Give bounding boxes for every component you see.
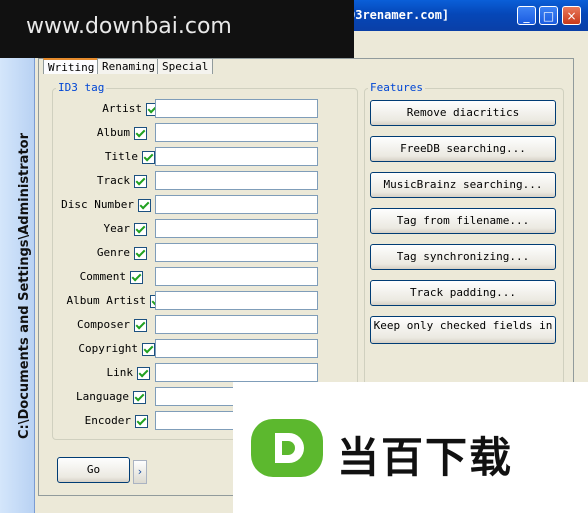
input-genre[interactable]	[155, 243, 318, 262]
input-artist[interactable]	[155, 99, 318, 118]
checkbox-copyright[interactable]	[142, 343, 155, 356]
checkbox-album[interactable]	[134, 127, 147, 140]
current-path-label: C:\Documents and Settings\Administrator	[17, 132, 32, 439]
field-label-language: Language	[76, 390, 129, 403]
checkbox-language[interactable]	[133, 391, 146, 404]
app-window: D3renamer.com] _ □ × C:\Documents and Se…	[0, 0, 588, 513]
field-label-comment: Comment	[79, 270, 126, 283]
input-copyright[interactable]	[155, 339, 318, 358]
field-label-disc-number: Disc Number	[61, 198, 134, 211]
musicbrainz-searching-button[interactable]: MusicBrainz searching...	[370, 172, 556, 198]
checkbox-comment[interactable]	[130, 271, 143, 284]
downbai-logo-icon	[251, 419, 323, 477]
input-comment[interactable]	[155, 267, 318, 286]
field-label-title: Title	[104, 150, 138, 163]
field-label-composer: Composer	[77, 318, 130, 331]
remove-diacritics-button[interactable]: Remove diacritics	[370, 100, 556, 126]
keep-checked-fields-button[interactable]: Keep only checked fields in	[370, 316, 556, 344]
input-year[interactable]	[155, 219, 318, 238]
go-button[interactable]: Go	[57, 457, 130, 483]
input-disc-number[interactable]	[155, 195, 318, 214]
field-label-genre: Genre	[96, 246, 130, 259]
track-padding-button[interactable]: Track padding...	[370, 280, 556, 306]
field-label-track: Track	[96, 174, 130, 187]
watermark-banner: www.downbai.com	[0, 0, 354, 58]
field-label-encoder: Encoder	[84, 414, 131, 427]
tag-from-filename-button[interactable]: Tag from filename...	[370, 208, 556, 234]
field-label-album-artist: Album Artist	[66, 294, 146, 307]
close-button[interactable]: ×	[562, 6, 581, 25]
watermark-logo-block: 当百下载	[233, 382, 588, 513]
checkbox-disc-number[interactable]	[138, 199, 151, 212]
checkbox-title[interactable]	[142, 151, 155, 164]
id3-tag-title: ID3 tag	[56, 81, 107, 94]
input-album[interactable]	[155, 123, 318, 142]
checkbox-track[interactable]	[134, 175, 147, 188]
input-link[interactable]	[155, 363, 318, 382]
maximize-button[interactable]: □	[539, 6, 558, 25]
field-label-album: Album	[96, 126, 130, 139]
field-label-link: Link	[106, 366, 134, 379]
freedb-searching-button[interactable]: FreeDB searching...	[370, 136, 556, 162]
checkbox-link[interactable]	[137, 367, 150, 380]
checkbox-encoder[interactable]	[135, 415, 148, 428]
input-album-artist[interactable]	[155, 291, 318, 310]
checkbox-genre[interactable]	[134, 247, 147, 260]
input-track[interactable]	[155, 171, 318, 190]
field-label-artist: Artist	[102, 102, 142, 115]
input-composer[interactable]	[155, 315, 318, 334]
input-title[interactable]	[155, 147, 318, 166]
window-title: D3renamer.com]	[348, 8, 450, 22]
checkbox-year[interactable]	[134, 223, 147, 236]
tab-writing[interactable]: Writing	[43, 58, 100, 74]
go-options-arrow-icon[interactable]: ›	[133, 460, 147, 484]
tag-synchronizing-button[interactable]: Tag synchronizing...	[370, 244, 556, 270]
field-label-copyright: Copyright	[78, 342, 138, 355]
field-label-year: Year	[103, 222, 131, 235]
checkbox-composer[interactable]	[134, 319, 147, 332]
path-sidebar: C:\Documents and Settings\Administrator	[0, 31, 35, 513]
watermark-brand-text: 当百下载	[337, 433, 514, 482]
watermark-url: www.downbai.com	[26, 14, 232, 39]
tab-special[interactable]: Special	[157, 58, 214, 74]
tab-renaming[interactable]: Renaming	[97, 58, 160, 74]
features-title: Features	[368, 81, 425, 94]
minimize-button[interactable]: _	[517, 6, 536, 25]
